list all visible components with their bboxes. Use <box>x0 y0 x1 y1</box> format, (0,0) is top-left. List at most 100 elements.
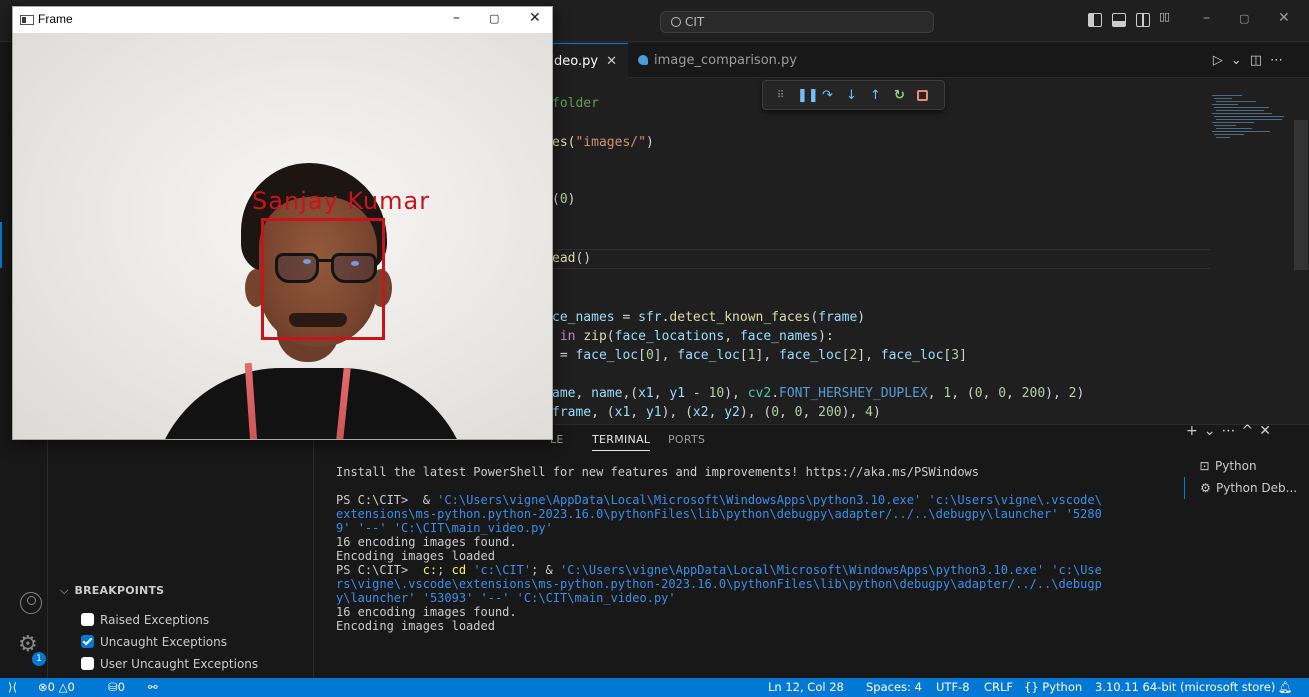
tab-terminal[interactable]: TERMINAL <box>592 429 651 451</box>
tab-ports[interactable]: PORTS <box>668 429 705 451</box>
minimap-line <box>1214 134 1244 135</box>
code-token: , <box>927 386 944 401</box>
code-token: 0 <box>559 192 568 207</box>
pause-icon[interactable]: ❚❚ <box>797 88 819 103</box>
cursor-position[interactable]: Ln 12, Col 28 <box>768 678 844 697</box>
debug-run-icon[interactable]: ⚯ <box>148 678 158 697</box>
terminal-token: 'C:\CIT\main_video.py' <box>393 521 553 535</box>
close-tab-icon[interactable]: ✕ <box>606 54 617 69</box>
account-icon[interactable] <box>20 592 42 614</box>
python-interpreter[interactable]: 3.10.11 64-bit (microsoft store) <box>1095 678 1275 697</box>
minimap-line <box>1214 98 1232 99</box>
panel-actions: +⌄⋯^✕ <box>1186 423 1277 439</box>
error-icon: ⊗ <box>38 680 48 694</box>
tab-image-comparison[interactable]: image_comparison.py <box>628 43 807 78</box>
terminal-token: PS C:\CIT> <box>336 563 416 577</box>
terminal-token: 16 encoding images found. <box>336 535 517 549</box>
close-window-icon[interactable]: ✕ <box>1278 10 1290 26</box>
file-encoding[interactable]: UTF-8 <box>936 678 970 697</box>
indentation[interactable]: Spaces: 4 <box>866 678 922 697</box>
code-token: ) <box>872 405 881 420</box>
breakpoints-header[interactable]: ⌵ BREAKPOINTS <box>60 584 164 598</box>
breakpoint-uncaught-exceptions[interactable]: Uncaught Exceptions <box>81 632 227 652</box>
frame-minimize-icon[interactable]: – <box>453 10 460 26</box>
terminal-token: 'C:\CIT\main_video.py' <box>516 591 676 605</box>
code-token: y1 <box>669 386 686 401</box>
more-actions-icon[interactable]: ⋯ <box>1270 53 1291 68</box>
opencv-frame-window[interactable]: Frame – ▢ ✕ Sanjay Kumar <box>12 6 553 440</box>
stop-icon[interactable] <box>917 89 928 101</box>
search-icon <box>671 17 681 27</box>
breakpoint-user-uncaught-exceptions[interactable]: User Uncaught Exceptions <box>81 654 258 674</box>
code-token: ) <box>645 135 654 150</box>
restart-icon[interactable]: ↻ <box>893 88 906 103</box>
customize-layout-icon[interactable] <box>1159 10 1174 27</box>
code-token: face_loc <box>677 348 740 363</box>
split-editor-icon[interactable]: ◫ <box>1250 53 1270 68</box>
command-center-search[interactable]: CIT <box>660 11 934 33</box>
code-token: ), <box>841 405 866 420</box>
step-over-icon[interactable]: ↷ <box>821 88 834 103</box>
warning-count: 0 <box>67 680 75 694</box>
step-into-icon[interactable]: ↓ <box>845 88 858 103</box>
language-mode[interactable]: {} Python <box>1024 678 1082 697</box>
toggle-secondary-sidebar-icon[interactable] <box>1136 13 1150 27</box>
code-token: , ( <box>951 386 975 401</box>
maximize-panel-icon[interactable]: ^ <box>1241 423 1259 439</box>
code-token: folder <box>552 96 599 111</box>
code-token: ), <box>724 386 748 401</box>
terminal-token: 'c:\Use <box>1051 563 1102 577</box>
tab-main-video[interactable]: deo.py ✕ <box>550 43 628 78</box>
breakpoint-checkbox[interactable] <box>81 613 94 626</box>
terminal-token: 9' <box>336 521 351 535</box>
code-token: , <box>708 405 725 420</box>
code-token: ) <box>567 192 576 207</box>
terminal-line: y\launcher' '53093' '--' 'C:\CIT\main_vi… <box>336 591 1166 605</box>
problems-indicator[interactable]: ⊗0 △0 <box>38 678 75 697</box>
maximize-window-icon[interactable]: ▢ <box>1239 12 1249 25</box>
code-token: 0 <box>645 348 654 363</box>
notifications-bell-icon[interactable]: 🔔︎ <box>1278 678 1293 697</box>
breakpoint-checkbox[interactable] <box>81 657 94 670</box>
minimap[interactable] <box>1212 95 1292 155</box>
minimize-window-icon[interactable]: – <box>1203 10 1210 26</box>
frame-close-icon[interactable]: ✕ <box>529 10 541 26</box>
editor-scrollbar-thumb[interactable] <box>1294 120 1308 270</box>
ports-indicator[interactable]: ⛁0 <box>108 678 125 697</box>
remote-icon[interactable]: ⟩⟨ <box>8 678 17 697</box>
breakpoint-checkbox[interactable] <box>81 635 94 648</box>
breakpoint-raised-exceptions[interactable]: Raised Exceptions <box>81 610 209 630</box>
code-token: ] <box>959 348 967 363</box>
code-token: y2 <box>724 405 740 420</box>
detected-face-name: Sanjay Kumar <box>252 187 431 215</box>
end-of-line[interactable]: CRLF <box>984 678 1013 697</box>
terminal-item-python-debug[interactable]: ⚙ Python Deb... <box>1184 477 1309 499</box>
terminal-token: 'C:\Users\vigne\AppData\Local\Microsoft\… <box>437 493 922 507</box>
close-panel-icon[interactable]: ✕ <box>1259 423 1277 439</box>
code-editor[interactable]: folder es("images/") (0) ead() ce_names = sf… <box>550 79 1210 424</box>
frame-maximize-icon[interactable]: ▢ <box>489 12 499 25</box>
terminal-token: 'c:\CIT' <box>473 563 532 577</box>
new-terminal-icon[interactable]: +⌄ <box>1186 423 1221 439</box>
more-actions-icon[interactable]: ⋯ <box>1221 423 1241 439</box>
run-icon[interactable]: ▷⌄ <box>1213 53 1250 68</box>
code-token: ], <box>857 348 881 363</box>
code-token: 0 <box>771 405 780 420</box>
minimap-line <box>1216 137 1230 138</box>
terminal-output[interactable]: Install the latest PowerShell for new fe… <box>336 465 1166 633</box>
code-line: (0) <box>552 190 575 209</box>
frame-window-titlebar[interactable]: Frame – ▢ ✕ <box>13 7 552 33</box>
terminal-item-python[interactable]: ⊡ Python <box>1184 455 1309 477</box>
toggle-panel-icon[interactable] <box>1112 13 1126 27</box>
code-token: ( <box>552 192 560 207</box>
tab-label: image_comparison.py <box>654 53 797 68</box>
toggle-primary-sidebar-icon[interactable] <box>1088 13 1102 27</box>
step-out-icon[interactable]: ↑ <box>869 88 882 103</box>
code-token: face_names <box>739 329 819 344</box>
debug-sidebar: ⌵ BREAKPOINTS Raised Exceptions Uncaught … <box>48 424 314 678</box>
tab-label: deo.py <box>554 54 599 69</box>
code-token: ), <box>1045 386 1069 401</box>
code-token: ), ( <box>661 405 693 420</box>
drag-handle-icon[interactable]: ⠿ <box>773 90 786 101</box>
